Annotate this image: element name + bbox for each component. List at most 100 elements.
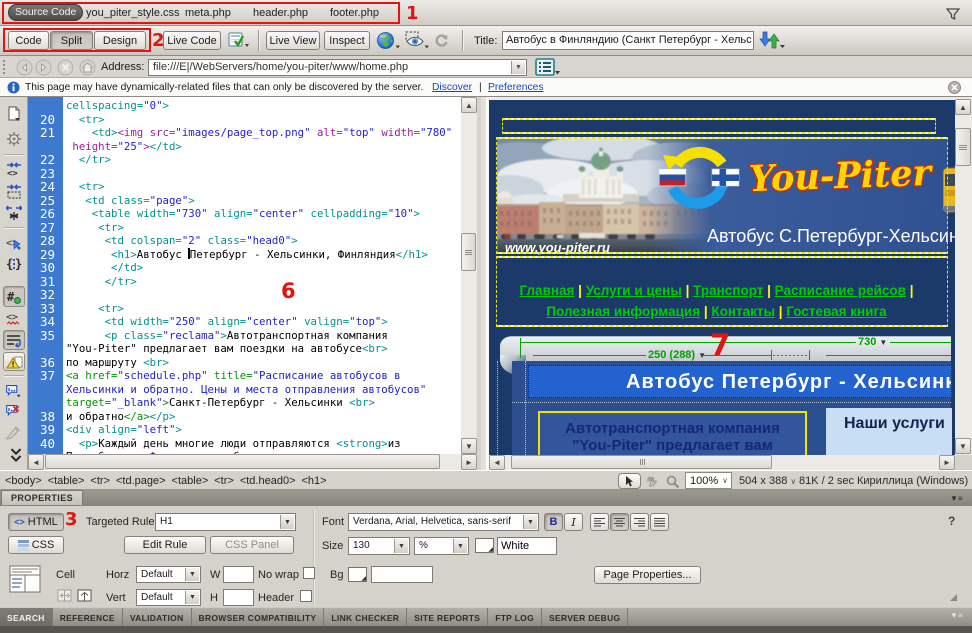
code-line[interactable]: и обратно</a></p> bbox=[66, 410, 461, 424]
back-icon[interactable] bbox=[16, 59, 33, 76]
scroll-right-button[interactable]: ► bbox=[461, 454, 477, 470]
size-unit-select[interactable]: %▼ bbox=[414, 537, 469, 555]
code-line[interactable]: </tr> bbox=[66, 275, 461, 289]
code-line[interactable]: cellspacing="0"> bbox=[66, 99, 461, 113]
address-dropdown-arrow[interactable]: ▼ bbox=[511, 61, 525, 74]
stop-icon[interactable] bbox=[57, 59, 74, 76]
html-mode-button[interactable]: <>HTML bbox=[8, 513, 64, 531]
code-line[interactable]: <td><img src="images/page_top.png" alt="… bbox=[66, 126, 461, 140]
toolbar-grip[interactable] bbox=[3, 60, 6, 74]
code-line[interactable]: <tr> bbox=[66, 221, 461, 235]
code-line[interactable] bbox=[66, 288, 461, 302]
font-select[interactable]: Verdana, Arial, Helvetica, sans-serif▼ bbox=[348, 513, 539, 531]
balance-braces-icon[interactable]: { } bbox=[6, 256, 22, 272]
live-code-button[interactable]: Live Code bbox=[163, 31, 221, 50]
design-vertical-scrollbar[interactable]: ▲ ▼ bbox=[955, 97, 972, 455]
code-line[interactable]: <table width="730" align="center" cellpa… bbox=[66, 207, 461, 221]
tag-selector-item[interactable]: <tr> bbox=[214, 475, 234, 487]
zoom-level-select[interactable]: 100% ∨ bbox=[685, 472, 732, 489]
close-icon[interactable] bbox=[948, 81, 961, 94]
bottom-tab-browser-compatibility[interactable]: BROWSER COMPATIBILITY bbox=[192, 608, 325, 627]
nav-link[interactable]: Услуги и цены bbox=[586, 283, 682, 298]
reclama-cell[interactable]: Автотранспортная компания "You-Piter" пр… bbox=[538, 411, 807, 455]
home-icon[interactable] bbox=[79, 59, 96, 76]
highlight-invalid-code-icon[interactable]: <> bbox=[6, 311, 22, 327]
filter-icon[interactable] bbox=[946, 8, 960, 20]
expand-chevrons-icon[interactable] bbox=[8, 448, 24, 464]
vert-select[interactable]: Default▼ bbox=[136, 589, 201, 606]
design-horizontal-scrollbar[interactable]: ◄ ► bbox=[489, 455, 955, 470]
text-color-swatch[interactable]: ◢ bbox=[475, 538, 494, 553]
column-width-label[interactable]: 250 (288) ▼ bbox=[648, 349, 706, 361]
nav-link[interactable]: Контакты bbox=[711, 304, 775, 319]
code-line[interactable]: <td width="250" align="center" valign="t… bbox=[66, 315, 461, 329]
inspect-button[interactable]: Inspect bbox=[324, 31, 370, 50]
tag-selector-item[interactable]: <tr> bbox=[90, 475, 110, 487]
help-icon[interactable]: ? bbox=[948, 514, 955, 528]
code-line[interactable]: <tr> bbox=[66, 302, 461, 316]
services-cell[interactable]: Наши услуги bbox=[826, 408, 952, 455]
apply-comment-icon[interactable] bbox=[5, 383, 21, 399]
code-vscroll-thumb[interactable] bbox=[461, 233, 476, 271]
code-navigator-icon[interactable] bbox=[6, 131, 22, 147]
no-wrap-checkbox[interactable] bbox=[303, 567, 315, 579]
tag-selector-item[interactable]: <table> bbox=[48, 475, 85, 487]
tag-selector-item[interactable]: <body> bbox=[5, 475, 42, 487]
file-list-icon[interactable] bbox=[535, 58, 561, 77]
code-hscroll-thumb[interactable] bbox=[45, 454, 440, 469]
scroll-left-button[interactable]: ◄ bbox=[489, 455, 505, 470]
discover-link[interactable]: Discover bbox=[432, 82, 472, 93]
preferences-link[interactable]: Preferences bbox=[488, 82, 544, 93]
forward-icon[interactable] bbox=[35, 59, 52, 76]
nav-line-1[interactable]: Главная | Услуги и цены | Транспорт | Ра… bbox=[496, 280, 937, 301]
hand-tool-icon[interactable] bbox=[645, 475, 660, 488]
address-input[interactable]: file:///E|/WebServers/home/you-piter/www… bbox=[148, 59, 527, 76]
code-line[interactable]: <p>Каждый день многие люди отправляются … bbox=[66, 437, 461, 451]
code-line[interactable]: <p class="reclama">Автотранспортная комп… bbox=[66, 329, 461, 343]
scroll-down-button[interactable]: ▼ bbox=[461, 438, 477, 454]
panel-menu-icon[interactable]: ▼≡ bbox=[950, 494, 963, 503]
bottom-tab-search[interactable]: SEARCH bbox=[0, 608, 53, 627]
select-tool-button[interactable] bbox=[618, 473, 641, 489]
window-size-indicator[interactable]: 504 x 388 ∨ bbox=[739, 475, 796, 487]
nav-link[interactable]: Полезная информация bbox=[546, 304, 700, 319]
panel-menu-icon[interactable]: ▼≡ bbox=[950, 611, 963, 620]
code-line[interactable]: <tr> bbox=[66, 113, 461, 127]
code-editor[interactable]: cellspacing="0"> <tr> <td><img src="imag… bbox=[63, 97, 461, 455]
code-line[interactable]: <a href="schedule.php" title="Расписание… bbox=[66, 369, 461, 383]
tag-selector-item[interactable]: <h1> bbox=[302, 475, 327, 487]
line-numbers-toggle[interactable]: # bbox=[3, 286, 25, 307]
bottom-tab-link-checker[interactable]: LINK CHECKER bbox=[324, 608, 407, 627]
code-vertical-scrollbar[interactable]: ▲ ▼ bbox=[461, 97, 477, 454]
scroll-up-button[interactable]: ▲ bbox=[461, 97, 477, 113]
width-input[interactable] bbox=[223, 566, 254, 583]
collapse-selection-icon[interactable] bbox=[6, 184, 22, 200]
design-view[interactable]: You-Piter Автобус С.Петербург-Хельсинки … bbox=[489, 97, 955, 455]
zoom-tool-icon[interactable] bbox=[666, 475, 680, 489]
page-properties-button[interactable]: Page Properties... bbox=[594, 566, 701, 584]
nav-line-2[interactable]: Полезная информация | Контакты | Гостева… bbox=[496, 301, 937, 322]
scroll-right-button[interactable]: ► bbox=[939, 455, 955, 470]
code-line[interactable]: target="_blank">Санкт-Петербург - Хельси… bbox=[66, 396, 461, 410]
live-view-button[interactable]: Live View bbox=[266, 31, 320, 50]
nav-link[interactable]: Гостевая книга bbox=[786, 304, 886, 319]
code-line[interactable]: по маршруту <br> bbox=[66, 356, 461, 370]
css-mode-button[interactable]: CSS bbox=[8, 536, 64, 554]
code-line[interactable] bbox=[66, 167, 461, 181]
panel-resize-grip[interactable] bbox=[950, 594, 957, 601]
code-line[interactable]: <tr> bbox=[66, 180, 461, 194]
nav-link[interactable]: Транспорт bbox=[693, 283, 763, 298]
remove-comment-icon[interactable] bbox=[5, 403, 21, 419]
text-color-input[interactable] bbox=[497, 537, 557, 555]
preview-browser-icon[interactable] bbox=[377, 32, 401, 50]
visual-aids-eye-icon[interactable] bbox=[404, 31, 430, 50]
bottom-tab-site-reports[interactable]: SITE REPORTS bbox=[407, 608, 488, 627]
collapse-full-tag-icon[interactable]: <> bbox=[6, 162, 22, 178]
align-left-button[interactable] bbox=[590, 513, 609, 531]
bottom-tab-ftp-log[interactable]: FTP LOG bbox=[488, 608, 542, 627]
expand-all-icon[interactable] bbox=[6, 205, 22, 221]
file-management-icon[interactable] bbox=[759, 30, 785, 51]
title-input[interactable]: Автобус в Финляндию (Санкт Петербург - Х… bbox=[502, 31, 754, 50]
word-wrap-toggle[interactable] bbox=[3, 330, 25, 350]
properties-tab[interactable]: PROPERTIES bbox=[1, 490, 83, 505]
